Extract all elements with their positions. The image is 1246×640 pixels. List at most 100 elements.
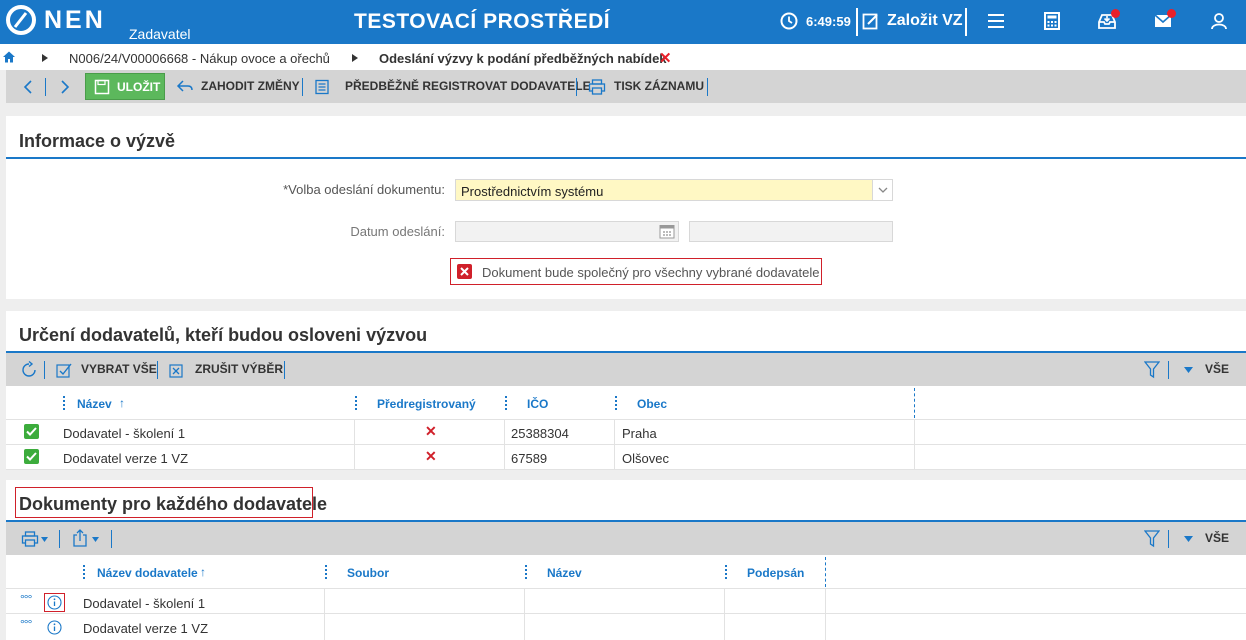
select-all-icon [56, 363, 72, 378]
column-divider [914, 388, 915, 418]
dropdown-toggle[interactable] [872, 180, 892, 200]
breadcrumb-item-current: Odeslání výzvy k podání předběžných nabí… [379, 51, 667, 66]
suppliers-panel: Určení dodavatelů, kteří budou osloveni … [6, 311, 1246, 470]
back-icon[interactable] [23, 80, 33, 94]
caret-down-icon[interactable] [92, 537, 99, 542]
print-icon[interactable] [21, 531, 39, 547]
print-record-button[interactable]: TISK ZÁZNAMU [614, 79, 704, 93]
chevron-down-icon [878, 187, 888, 193]
info-icon[interactable] [47, 620, 62, 635]
filter-all-select[interactable]: VŠE [1205, 362, 1229, 376]
filter-icon[interactable] [1144, 530, 1160, 548]
preregister-supplier-button[interactable]: PŘEDBĚŽNĚ REGISTROVAT DODAVATELE [345, 79, 591, 93]
filter-icon[interactable] [1144, 361, 1160, 379]
column-divider [354, 419, 355, 469]
menu-icon[interactable] [986, 11, 1006, 31]
new-vz-button[interactable]: Založit VZ [887, 12, 963, 30]
logo-text[interactable]: NEN [44, 6, 106, 35]
column-header-preregistered[interactable]: Předregistrovaný [377, 397, 476, 411]
common-document-checkbox[interactable]: Dokument bude společný pro všechny vybra… [450, 258, 822, 285]
supplier-name: Dodavatel - školení 1 [63, 426, 186, 441]
column-header-ico[interactable]: IČO [527, 397, 548, 411]
row-divider [6, 469, 1246, 470]
supplier-ico: 67589 [511, 451, 548, 466]
caret-down-icon[interactable] [41, 537, 48, 542]
not-preregistered-icon: ✕ [425, 448, 437, 464]
discard-changes-button[interactable]: ZAHODIT ZMĚNY [201, 79, 300, 93]
column-header-file[interactable]: Soubor [347, 566, 389, 580]
column-menu-handle[interactable] [505, 396, 507, 410]
toolbar-divider [576, 78, 577, 96]
select-all-button[interactable]: VYBRAT VŠE [81, 362, 157, 376]
send-date-label: Datum odeslání: [350, 224, 445, 239]
send-date-field[interactable] [455, 221, 679, 242]
cancel-selection-button[interactable]: ZRUŠIT VÝBĚR [195, 362, 283, 376]
send-choice-select[interactable]: Prostřednictvím systému [455, 179, 893, 201]
column-divider [914, 419, 915, 469]
supplier-ico: 25388304 [511, 426, 569, 441]
save-label: ULOŽIT [117, 80, 161, 94]
chevron-right-icon [352, 54, 358, 62]
row-actions-icon[interactable]: °°° [20, 592, 32, 606]
sort-ascending-icon[interactable]: ↑ [200, 565, 206, 579]
home-icon[interactable] [3, 51, 15, 63]
column-menu-handle[interactable] [725, 565, 727, 579]
save-button[interactable]: ULOŽIT [85, 73, 165, 100]
row-divider [6, 613, 1246, 614]
caret-down-icon[interactable] [1184, 536, 1193, 542]
toolbar-divider [707, 78, 708, 96]
column-menu-handle[interactable] [83, 565, 85, 579]
unchecked-x-icon[interactable] [457, 264, 472, 279]
breadcrumb-item-tender[interactable]: N006/24/V00006668 - Nákup ovoce a ořechů [69, 51, 330, 66]
column-menu-handle[interactable] [63, 396, 65, 410]
column-menu-handle[interactable] [355, 396, 357, 410]
info-icon[interactable] [47, 595, 62, 610]
column-divider [614, 419, 615, 469]
calculator-icon[interactable] [1042, 11, 1062, 31]
user-icon[interactable] [1209, 11, 1229, 31]
forward-icon[interactable] [60, 80, 70, 94]
nen-logo-icon[interactable] [6, 5, 36, 35]
main-toolbar: ULOŽIT ZAHODIT ZMĚNY PŘEDBĚŽNĚ REGISTROV… [6, 70, 1246, 103]
column-header-signed[interactable]: Podepsán [747, 566, 804, 580]
send-time-field[interactable] [689, 221, 893, 242]
undo-icon [176, 80, 193, 92]
filter-all-select[interactable]: VŠE [1205, 531, 1229, 545]
toolbar-divider [1168, 530, 1169, 548]
column-divider [724, 588, 725, 640]
header-divider [856, 8, 858, 36]
column-header-supplier-name[interactable]: Název dodavatele [97, 566, 198, 580]
save-icon [94, 79, 110, 95]
caret-down-icon[interactable] [1184, 367, 1193, 373]
send-choice-value: Prostřednictvím systému [461, 184, 604, 199]
logo-subtitle: Zadavatel [129, 26, 191, 42]
calendar-icon[interactable] [659, 224, 675, 239]
column-header-name[interactable]: Název [77, 397, 112, 411]
edit-icon[interactable] [862, 12, 880, 30]
info-section-title: Informace o výzvě [19, 131, 176, 151]
column-divider [825, 588, 826, 640]
row-divider [6, 588, 1246, 589]
toolbar-divider [1168, 361, 1169, 379]
refresh-icon[interactable] [20, 361, 38, 379]
documents-grid-toolbar: VŠE [6, 522, 1246, 555]
column-header-title[interactable]: Název [547, 566, 582, 580]
document-supplier-name: Dodavatel verze 1 VZ [83, 621, 209, 636]
supplier-name: Dodavatel verze 1 VZ [63, 451, 189, 466]
row-divider [6, 419, 1246, 420]
close-tab-icon[interactable]: ✕ [659, 49, 672, 67]
row-actions-icon[interactable]: °°° [20, 617, 32, 631]
row-checkbox-checked[interactable] [24, 424, 39, 439]
column-menu-handle[interactable] [325, 565, 327, 579]
column-menu-handle[interactable] [525, 565, 527, 579]
toolbar-divider [111, 530, 112, 548]
supplier-city: Praha [622, 426, 657, 441]
breadcrumb: N006/24/V00006668 - Nákup ovoce a ořechů… [0, 44, 1246, 70]
column-menu-handle[interactable] [615, 396, 617, 410]
column-divider [324, 588, 325, 640]
export-icon[interactable] [72, 529, 88, 547]
documents-section-title: Dokumenty pro každého dodavatele [19, 494, 328, 514]
sort-ascending-icon[interactable]: ↑ [119, 396, 125, 410]
row-checkbox-checked[interactable] [24, 449, 39, 464]
column-header-city[interactable]: Obec [637, 397, 667, 411]
